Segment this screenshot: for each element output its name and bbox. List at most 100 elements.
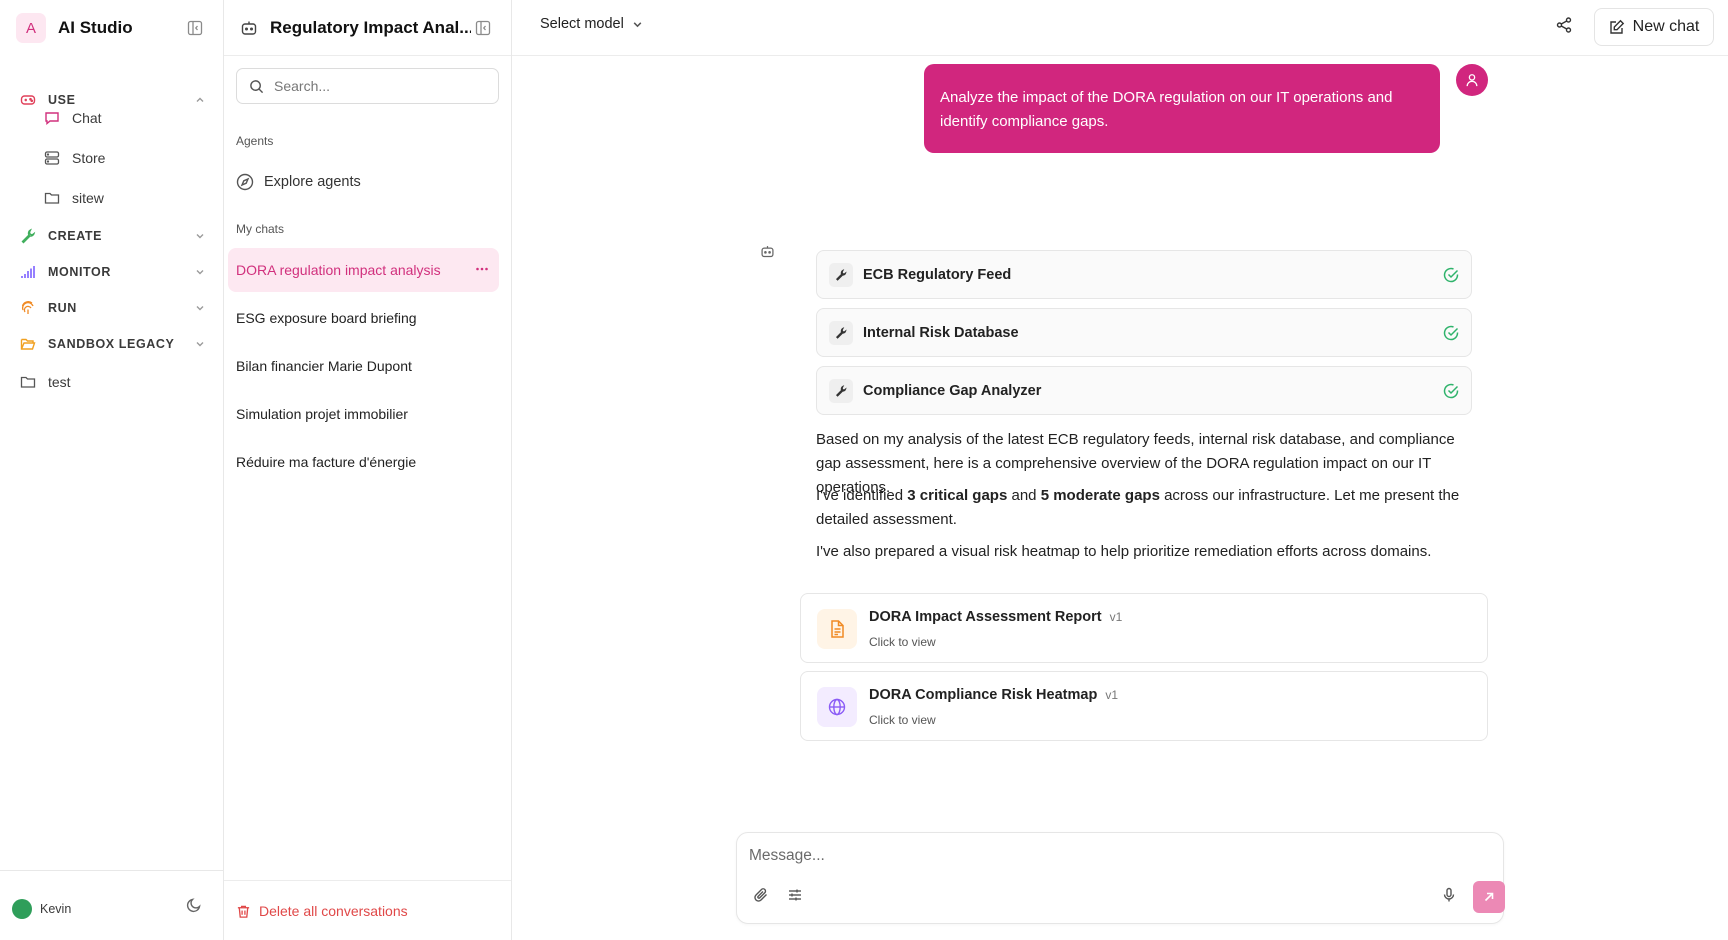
assistant-avatar xyxy=(760,244,775,259)
signal-bars-icon xyxy=(21,266,35,278)
chat-list-item[interactable]: Simulation projet immobilier xyxy=(228,392,499,436)
tool-call-card[interactable]: Compliance Gap Analyzer xyxy=(816,366,1472,415)
sidebar-item-test[interactable]: test xyxy=(20,370,205,394)
theme-toggle-button[interactable] xyxy=(186,897,202,913)
new-chat-button[interactable]: New chat xyxy=(1594,8,1714,46)
tool-call-card[interactable]: Internal Risk Database xyxy=(816,308,1472,357)
more-options-icon[interactable] xyxy=(475,262,489,276)
sidebar-item-sitew[interactable]: sitew xyxy=(44,184,205,212)
sidebar-item-chat[interactable]: Chat xyxy=(44,104,205,132)
search-box[interactable] xyxy=(236,68,499,104)
search-icon xyxy=(250,79,264,93)
avatar[interactable] xyxy=(12,899,32,919)
moderate-gaps-highlight: 5 moderate gaps xyxy=(1040,487,1160,504)
explore-agents-link[interactable]: Explore agents xyxy=(236,166,499,198)
nav-section-sandbox-legacy[interactable]: SANDBOX LEGACY xyxy=(20,332,205,356)
nav-section-create[interactable]: CREATE xyxy=(20,224,205,248)
chat-title: Simulation projet immobilier xyxy=(236,406,408,422)
app-title: AI Studio xyxy=(58,18,133,37)
nav-section-label: RUN xyxy=(48,301,77,315)
sidebar-item-label: Store xyxy=(72,150,106,166)
artifact-card[interactable]: DORA Impact Assessment Report v1 Click to… xyxy=(800,593,1488,663)
app-avatar: A xyxy=(16,13,46,43)
wrench-icon xyxy=(829,262,853,287)
sidebar-toggle-icon xyxy=(187,20,203,36)
top-bar: Select model New chat xyxy=(512,0,1728,56)
wrench-icon xyxy=(829,378,853,403)
new-chat-label: New chat xyxy=(1632,18,1700,35)
nav-section-monitor[interactable]: MONITOR xyxy=(20,260,205,284)
database-icon xyxy=(44,151,60,165)
chats-footer: Delete all conversations xyxy=(224,880,511,940)
artifact-subtitle: Click to view xyxy=(869,713,936,727)
chevron-down-icon xyxy=(633,21,642,27)
search-input[interactable] xyxy=(274,78,474,94)
user-message-bubble: Analyze the impact of the DORA regulatio… xyxy=(924,64,1440,153)
artifact-card[interactable]: DORA Compliance Risk Heatmap v1 Click to … xyxy=(800,671,1488,741)
tool-name: Internal Risk Database xyxy=(863,324,1019,341)
chat-list-item-active[interactable]: DORA regulation impact analysis xyxy=(228,248,499,292)
edit-icon xyxy=(1609,19,1624,34)
chat-title: Bilan financier Marie Dupont xyxy=(236,358,412,374)
user-icon xyxy=(1466,74,1478,87)
nav-section-label: MONITOR xyxy=(48,265,111,279)
sidebar-item-label: test xyxy=(48,374,71,390)
sidebar-toggle-icon xyxy=(475,20,491,36)
share-button[interactable] xyxy=(1555,16,1573,34)
sidebar-header: A AI Studio xyxy=(16,12,207,44)
send-button[interactable] xyxy=(1473,881,1505,913)
share-icon xyxy=(1556,17,1572,33)
artifact-title-text: DORA Compliance Risk Heatmap xyxy=(869,687,1098,703)
settings-button[interactable] xyxy=(787,887,803,903)
folder-icon xyxy=(20,376,36,388)
wrench-icon xyxy=(21,228,36,244)
divider xyxy=(224,55,511,56)
trash-icon xyxy=(237,905,250,918)
chat-title: DORA regulation impact analysis xyxy=(236,262,441,278)
artifact-title-text: DORA Impact Assessment Report xyxy=(869,609,1102,625)
folder-icon xyxy=(44,192,60,204)
chats-panel-title: Regulatory Impact Anal... xyxy=(270,18,471,37)
nav-section-label: SANDBOX LEGACY xyxy=(48,337,175,351)
artifact-version: v1 xyxy=(1109,610,1123,624)
chat-list-item[interactable]: Réduire ma facture d'énergie xyxy=(228,440,499,484)
chevron-down-icon xyxy=(196,270,204,275)
assistant-paragraph: I've also prepared a visual risk heatmap… xyxy=(816,543,1432,560)
chevron-down-icon xyxy=(196,234,204,239)
message-input[interactable] xyxy=(749,847,1349,865)
moon-icon xyxy=(186,898,201,913)
chevron-down-icon xyxy=(196,306,204,311)
critical-gaps-highlight: 3 critical gaps xyxy=(907,487,1008,504)
artifact-version: v1 xyxy=(1105,688,1118,702)
model-select-dropdown[interactable]: Select model xyxy=(540,16,643,32)
chat-list-item[interactable]: Bilan financier Marie Dupont xyxy=(228,344,499,388)
sidebar-footer: Kevin xyxy=(0,870,223,940)
chat-list-item[interactable]: ESG exposure board briefing xyxy=(228,296,499,340)
delete-all-conversations-button[interactable]: Delete all conversations xyxy=(236,903,408,919)
model-select-label: Select model xyxy=(540,16,624,32)
chat-bubble-icon xyxy=(45,112,59,125)
my-chats-group-label: My chats xyxy=(236,222,285,236)
document-icon xyxy=(817,609,857,649)
sidebar-item-label: sitew xyxy=(72,190,104,206)
chat-title: Réduire ma facture d'énergie xyxy=(236,454,417,470)
answer-text: I've identified xyxy=(816,487,908,504)
check-circle-icon xyxy=(1443,383,1459,398)
message-composer xyxy=(736,832,1505,924)
folder-open-icon xyxy=(20,338,36,350)
nav-section-run[interactable]: RUN xyxy=(20,296,205,320)
collapse-sidebar-button[interactable] xyxy=(183,16,207,40)
user-avatar xyxy=(1456,64,1488,96)
globe-icon xyxy=(817,687,857,727)
attach-button[interactable] xyxy=(753,887,769,903)
sliders-icon xyxy=(789,889,801,901)
sidebar-item-store[interactable]: Store xyxy=(44,144,205,172)
tool-call-card[interactable]: ECB Regulatory Feed xyxy=(816,250,1472,299)
chat-title: ESG exposure board briefing xyxy=(236,310,417,326)
compass-icon xyxy=(236,173,254,191)
collapse-chats-button[interactable] xyxy=(471,16,495,40)
assistant-paragraph: I've identified 3 critical gaps and 5 mo… xyxy=(816,484,1472,532)
explore-agents-label: Explore agents xyxy=(264,174,361,190)
chat-main: Select model New chat Analyze the impact… xyxy=(512,0,1728,940)
microphone-button[interactable] xyxy=(1441,887,1457,903)
